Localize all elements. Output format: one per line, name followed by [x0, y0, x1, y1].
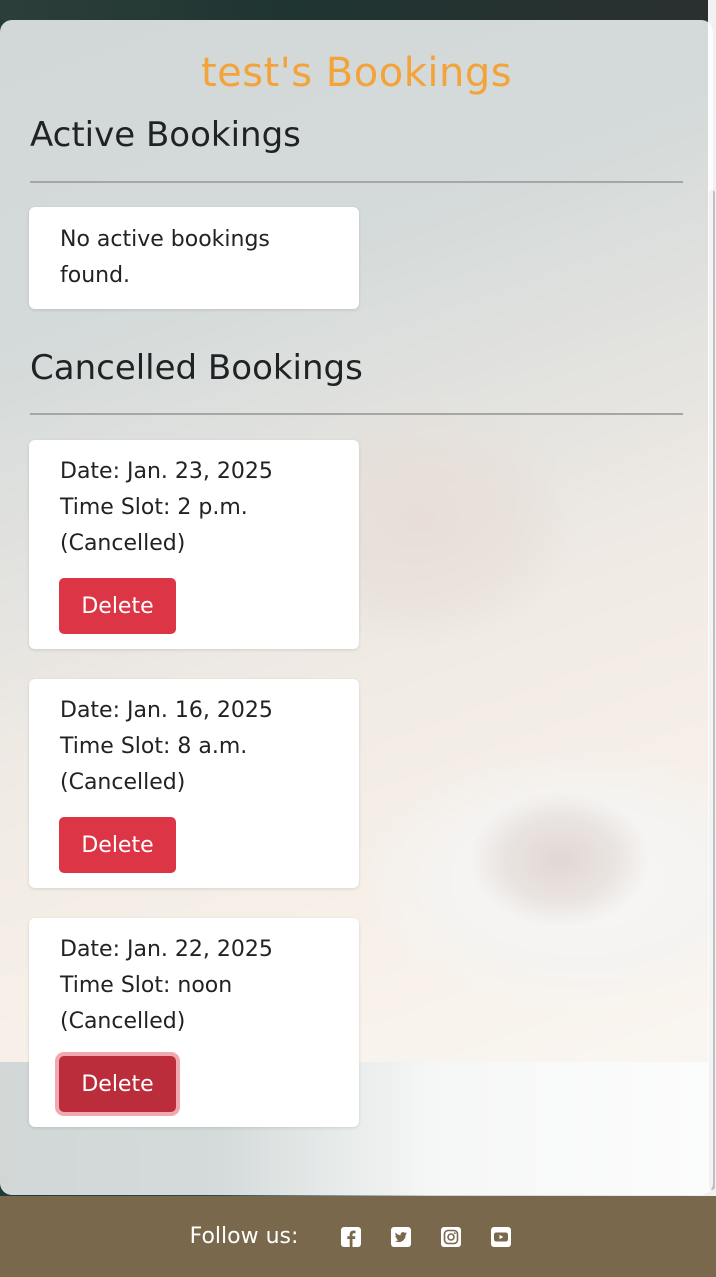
- follow-us-label: Follow us:: [189, 1224, 299, 1249]
- booking-card: Date: Jan. 22, 2025 Time Slot: noon (Can…: [29, 918, 359, 1127]
- cancelled-divider: [30, 413, 683, 415]
- booking-time-slot: Time Slot: 8 a.m.: [60, 734, 248, 759]
- instagram-icon[interactable]: [440, 1226, 462, 1248]
- youtube-icon[interactable]: [490, 1226, 512, 1248]
- empty-bookings-card: No active bookings found.: [29, 207, 359, 309]
- cancelled-bookings-heading: Cancelled Bookings: [30, 348, 363, 388]
- delete-button[interactable]: Delete: [59, 578, 176, 634]
- delete-button[interactable]: Delete: [59, 817, 176, 873]
- booking-status: (Cancelled): [60, 1009, 186, 1034]
- twitter-icon[interactable]: [390, 1226, 412, 1248]
- background-top-strip: [0, 0, 716, 20]
- empty-bookings-message: No active bookings found.: [60, 227, 270, 288]
- booking-card: Date: Jan. 23, 2025 Time Slot: 2 p.m. (C…: [29, 440, 359, 649]
- booking-card: Date: Jan. 16, 2025 Time Slot: 8 a.m. (C…: [29, 679, 359, 888]
- booking-date: Date: Jan. 23, 2025: [60, 459, 273, 484]
- page-title: test's Bookings: [200, 50, 513, 96]
- active-bookings-heading: Active Bookings: [30, 115, 301, 155]
- booking-time-slot: Time Slot: noon: [60, 973, 233, 998]
- facebook-icon[interactable]: [340, 1226, 362, 1248]
- booking-date: Date: Jan. 22, 2025: [60, 937, 273, 962]
- booking-status: (Cancelled): [60, 531, 186, 556]
- booking-status: (Cancelled): [60, 770, 186, 795]
- active-divider: [30, 181, 683, 183]
- footer: Follow us:: [0, 1196, 716, 1277]
- booking-date: Date: Jan. 16, 2025: [60, 698, 273, 723]
- booking-time-slot: Time Slot: 2 p.m.: [60, 495, 248, 520]
- delete-button[interactable]: Delete: [59, 1056, 176, 1112]
